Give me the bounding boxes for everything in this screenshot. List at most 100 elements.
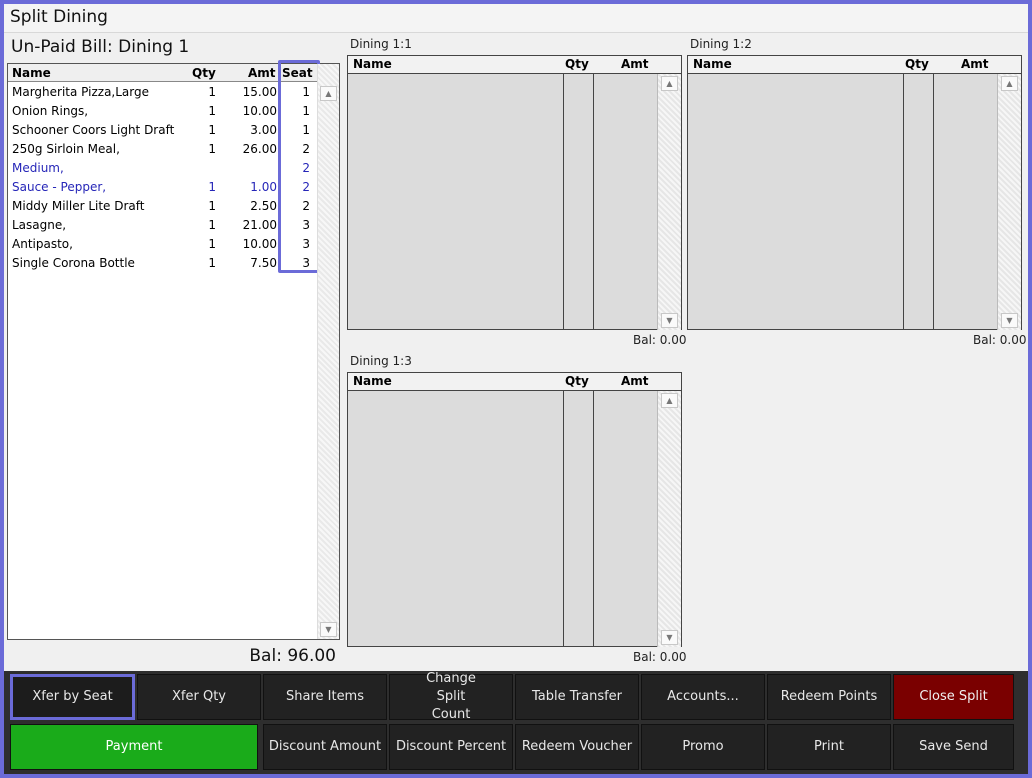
scroll-down-button[interactable]: ▼ <box>661 313 678 328</box>
redeem-points-button[interactable]: Redeem Points <box>767 674 891 720</box>
redeem-voucher-button[interactable]: Redeem Voucher <box>515 724 639 770</box>
item-qty: 1 <box>208 123 216 137</box>
item-seat: 3 <box>302 218 310 232</box>
item-amt: 7.50 <box>250 256 277 270</box>
bill-item-row[interactable]: Middy Miller Lite Draft 1 2.50 2 <box>8 197 320 216</box>
bill-item-row[interactable]: Single Corona Bottle 1 7.50 3 <box>8 254 320 273</box>
split-1-list[interactable]: Name Qty Amt ▲ ▼ <box>347 55 682 330</box>
item-qty: 1 <box>208 85 216 99</box>
item-seat: 2 <box>302 142 310 156</box>
share-items-button[interactable]: Share Items <box>263 674 387 720</box>
item-name: Middy Miller Lite Draft <box>12 199 145 213</box>
item-amt: 26.00 <box>242 142 277 156</box>
item-qty: 1 <box>208 218 216 232</box>
split-1-col-qty: Qty <box>565 57 589 71</box>
col-qty-header: Qty <box>192 66 216 80</box>
split-1-header: Name Qty Amt <box>348 56 681 74</box>
save-send-button[interactable]: Save Send <box>893 724 1014 770</box>
scroll-down-button[interactable]: ▼ <box>320 622 337 637</box>
item-amt: 3.00 <box>250 123 277 137</box>
split-3-list[interactable]: Name Qty Amt ▲ ▼ <box>347 372 682 647</box>
col-seat-header: Seat <box>282 66 313 80</box>
bill-list-header: Name Qty Amt Seat <box>8 64 320 82</box>
split-3-balance: Bal: 0.00 <box>633 650 687 664</box>
split-3-col-amt: Amt <box>621 374 649 388</box>
item-name: Schooner Coors Light Draft <box>12 123 175 137</box>
close-split-button[interactable]: Close Split <box>893 674 1014 720</box>
scroll-up-button[interactable]: ▲ <box>661 76 678 91</box>
split-2-col-qty: Qty <box>905 57 929 71</box>
split-2-scrollbar[interactable]: ▲ ▼ <box>997 74 1021 330</box>
bill-item-row[interactable]: Margherita Pizza,Large 1 15.00 1 <box>8 83 320 102</box>
accounts-button[interactable]: Accounts... <box>641 674 765 720</box>
item-qty: 1 <box>208 104 216 118</box>
scroll-up-button[interactable]: ▲ <box>1001 76 1018 91</box>
unpaid-bill-list[interactable]: Name Qty Amt Seat Margherita Pizza,Large… <box>7 60 340 640</box>
item-seat: 3 <box>302 237 310 251</box>
bill-item-row[interactable]: Sauce - Pepper, 1 1.00 2 <box>8 178 320 197</box>
split-2-label: Dining 1:2 <box>690 37 752 51</box>
item-qty: 1 <box>208 199 216 213</box>
bill-item-row[interactable]: Schooner Coors Light Draft 1 3.00 1 <box>8 121 320 140</box>
split-1-scrollbar[interactable]: ▲ ▼ <box>657 74 681 330</box>
title-bar: Split Dining <box>4 4 1028 33</box>
column-divider <box>563 391 564 647</box>
item-qty: 1 <box>208 256 216 270</box>
xfer-qty-button[interactable]: Xfer Qty <box>137 674 261 720</box>
discount-amount-button[interactable]: Discount Amount <box>263 724 387 770</box>
item-name: Margherita Pizza,Large <box>12 85 150 99</box>
change-split-count-button[interactable]: Change Split Count <box>389 671 513 722</box>
item-amt: 15.00 <box>242 85 277 99</box>
column-divider <box>593 391 594 647</box>
col-amt-header: Amt <box>248 66 276 80</box>
item-name: 250g Sirloin Meal, <box>12 142 120 156</box>
item-seat: 2 <box>302 199 310 213</box>
split-1-balance: Bal: 0.00 <box>633 333 687 347</box>
print-button[interactable]: Print <box>767 724 891 770</box>
item-seat: 1 <box>302 85 310 99</box>
table-transfer-button[interactable]: Table Transfer <box>515 674 639 720</box>
split-1-col-amt: Amt <box>621 57 649 71</box>
split-3-col-name: Name <box>353 374 392 388</box>
scroll-up-button[interactable]: ▲ <box>320 86 337 101</box>
discount-percent-button[interactable]: Discount Percent <box>389 724 513 770</box>
col-name-header: Name <box>12 66 51 80</box>
split-3-scrollbar[interactable]: ▲ ▼ <box>657 391 681 647</box>
bill-item-row[interactable]: Onion Rings, 1 10.00 1 <box>8 102 320 121</box>
column-divider <box>563 74 564 330</box>
item-name: Medium, <box>12 161 64 175</box>
item-seat: 1 <box>302 123 310 137</box>
column-divider <box>933 74 934 330</box>
payment-button[interactable]: Payment <box>10 724 258 770</box>
split-2-col-name: Name <box>693 57 732 71</box>
split-dining-window: Split Dining Un-Paid Bill: Dining 1 Name… <box>4 4 1028 774</box>
item-amt: 21.00 <box>242 218 277 232</box>
item-seat: 3 <box>302 256 310 270</box>
item-amt: 1.00 <box>250 180 277 194</box>
bill-item-row[interactable]: 250g Sirloin Meal, 1 26.00 2 <box>8 140 320 159</box>
action-button-bar: Xfer by Seat Xfer Qty Share Items Change… <box>4 671 1028 774</box>
item-qty: 1 <box>208 142 216 156</box>
split-3-col-qty: Qty <box>565 374 589 388</box>
item-qty: 1 <box>208 237 216 251</box>
bill-item-row[interactable]: Lasagne, 1 21.00 3 <box>8 216 320 235</box>
window-title: Split Dining <box>10 7 108 27</box>
split-2-balance: Bal: 0.00 <box>973 333 1027 347</box>
scroll-down-button[interactable]: ▼ <box>661 630 678 645</box>
xfer-by-seat-button[interactable]: Xfer by Seat <box>10 674 135 720</box>
bill-item-row[interactable]: Medium, 2 <box>8 159 320 178</box>
scroll-down-button[interactable]: ▼ <box>1001 313 1018 328</box>
scroll-up-button[interactable]: ▲ <box>661 393 678 408</box>
bill-list-scrollbar[interactable]: ▲ ▼ <box>317 64 339 639</box>
item-amt: 2.50 <box>250 199 277 213</box>
item-qty: 1 <box>208 180 216 194</box>
column-divider <box>903 74 904 330</box>
split-1-col-name: Name <box>353 57 392 71</box>
split-2-list[interactable]: Name Qty Amt ▲ ▼ <box>687 55 1022 330</box>
bill-title: Un-Paid Bill: Dining 1 <box>11 37 190 57</box>
item-name: Onion Rings, <box>12 104 89 118</box>
promo-button[interactable]: Promo <box>641 724 765 770</box>
bill-item-row[interactable]: Antipasto, 1 10.00 3 <box>8 235 320 254</box>
item-name: Sauce - Pepper, <box>12 180 107 194</box>
split-3-header: Name Qty Amt <box>348 373 681 391</box>
